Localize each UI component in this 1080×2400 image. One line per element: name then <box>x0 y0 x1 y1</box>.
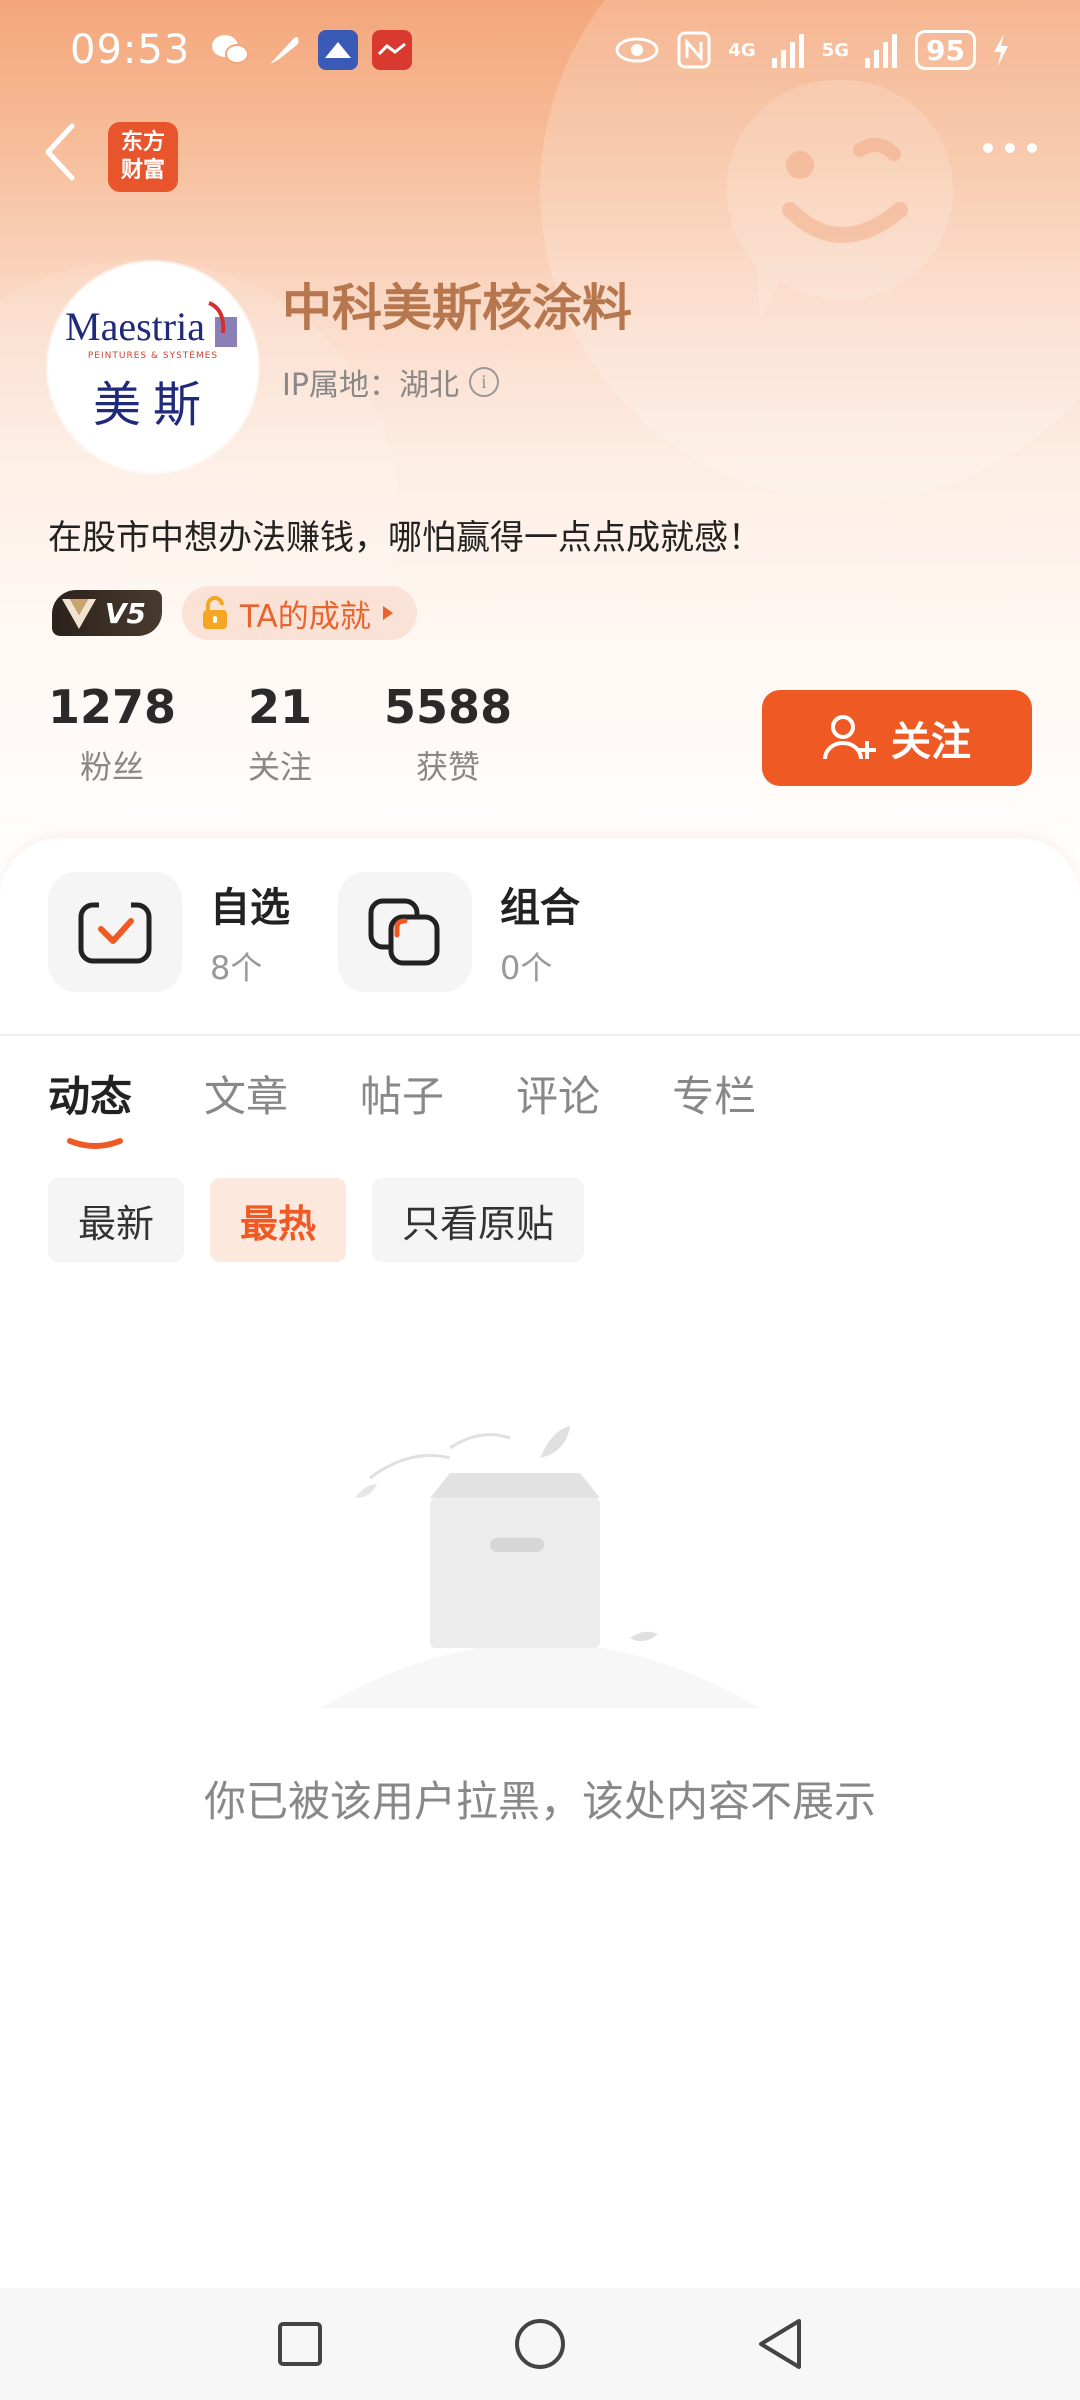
filter-hottest[interactable]: 最热 <box>210 1178 347 1262</box>
blocked-message: 你已被该用户拉黑，该处内容不展示 <box>203 1777 876 1826</box>
wechat-icon <box>210 30 250 70</box>
lock-icon <box>203 596 227 629</box>
vip-level-text: V5 <box>104 596 146 630</box>
tab-dynamics[interactable]: 动态 <box>48 1063 133 1149</box>
red-app-icon <box>372 30 413 70</box>
back-button[interactable] <box>40 120 100 190</box>
stats-row: 1278 粉丝 21 关注 5588 获赞 <box>48 680 584 788</box>
status-notification-icons <box>210 30 413 70</box>
stat-label: 关注 <box>248 748 313 786</box>
stat-label: 粉丝 <box>80 748 145 786</box>
filter-latest[interactable]: 最新 <box>48 1178 185 1262</box>
combo-count: 0个 <box>500 949 553 987</box>
stat-value: 21 <box>248 680 313 734</box>
circle-icon <box>515 2319 565 2369</box>
watchlist-check-icon <box>78 901 152 964</box>
triangle-back-icon <box>759 2319 801 2369</box>
vip-shield-icon <box>62 599 96 629</box>
logo-line-1: 东方 <box>120 130 165 155</box>
watchlist-icon-box <box>48 872 182 992</box>
system-navigation-bar <box>0 2288 1080 2400</box>
more-dots-icon <box>983 143 1037 153</box>
follow-button[interactable]: 关注 <box>762 690 1032 786</box>
square-icon <box>278 2322 322 2366</box>
more-options-button[interactable] <box>980 140 1040 170</box>
ip-location-text: IP属地：湖北 <box>282 368 459 403</box>
tab-posts[interactable]: 帖子 <box>360 1063 444 1124</box>
status-system-icons: 4G 5G 95 <box>614 30 1010 70</box>
logo-line-2: 财富 <box>120 158 165 183</box>
filter-chips: 最新 最热 只看原贴 <box>48 1178 585 1262</box>
user-name: 中科美斯核涂料 <box>282 279 632 337</box>
bank-app-icon <box>318 30 359 70</box>
eye-icon <box>615 37 659 63</box>
chevron-left-icon <box>45 123 75 181</box>
content-card: 自选 8个 组合 0个 动态 文章 帖子 评论 专栏 最新 最热 只看原贴 你已… <box>0 838 1080 2288</box>
tab-active-indicator <box>67 1138 123 1149</box>
avatar-brand-cn: 美斯 <box>92 377 213 433</box>
tab-comments[interactable]: 评论 <box>516 1063 600 1124</box>
avatar-brand-text: Maestria <box>65 303 205 349</box>
recent-apps-button[interactable] <box>270 2314 330 2374</box>
tab-label: 文章 <box>204 1072 289 1121</box>
battery-indicator: 95 <box>915 30 976 70</box>
avatar-brand-sub: PEINTURES & SYSTÈMES <box>87 351 219 361</box>
avatar[interactable]: Maestria PEINTURES & SYSTÈMES 美斯 <box>48 262 258 472</box>
tab-columns[interactable]: 专栏 <box>672 1063 756 1124</box>
signal-icon-1 <box>771 34 804 68</box>
top-navigation: 东方 财富 <box>0 110 1080 200</box>
eastmoney-logo[interactable]: 东方 财富 <box>108 122 178 192</box>
stat-label: 获赞 <box>416 748 481 786</box>
back-nav-button[interactable] <box>750 2314 810 2374</box>
watchlist-count: 8个 <box>210 949 263 987</box>
user-bio: 在股市中想办法赚钱，哪怕赢得一点点成就感！ <box>48 518 762 558</box>
add-user-icon <box>823 715 876 760</box>
info-icon[interactable]: i <box>468 367 499 397</box>
vip-level-badge[interactable]: V5 <box>52 590 162 636</box>
status-time: 09:53 <box>70 27 191 73</box>
combo-title: 组合 <box>500 885 580 931</box>
network-5g-label: 5G <box>821 39 850 61</box>
brand-ribbon-icon <box>208 301 237 347</box>
combo-icon-box <box>338 872 472 992</box>
badges-row: V5 TA的成就 <box>52 586 417 640</box>
tab-articles[interactable]: 文章 <box>204 1063 288 1124</box>
portfolio-row: 自选 8个 组合 0个 <box>48 872 580 992</box>
tab-label: 专栏 <box>672 1072 757 1121</box>
watchlist-entry[interactable]: 自选 8个 <box>48 872 290 992</box>
signal-icon-2 <box>865 34 898 68</box>
content-tabs: 动态 文章 帖子 评论 专栏 <box>48 1063 756 1149</box>
empty-box-illustration <box>320 1426 760 1708</box>
combo-entry[interactable]: 组合 0个 <box>338 872 580 992</box>
network-4g-label: 4G <box>728 39 756 61</box>
nfc-icon <box>677 31 711 69</box>
tab-label: 动态 <box>48 1072 133 1121</box>
stat-following[interactable]: 21 关注 <box>248 680 312 788</box>
achievement-button[interactable]: TA的成就 <box>182 586 417 640</box>
achievement-label: TA的成就 <box>240 598 371 635</box>
follow-button-label: 关注 <box>891 719 971 765</box>
tab-label: 评论 <box>516 1072 601 1121</box>
divider <box>0 1034 1080 1036</box>
stat-likes[interactable]: 5588 获赞 <box>384 680 512 788</box>
watchlist-title: 自选 <box>210 885 290 931</box>
ip-location: IP属地：湖北 i <box>282 360 499 404</box>
home-button[interactable] <box>510 2314 570 2374</box>
caret-right-icon <box>382 606 393 620</box>
stat-value: 5588 <box>384 680 513 734</box>
filter-original-only[interactable]: 只看原贴 <box>372 1178 585 1262</box>
feather-app-icon <box>264 30 304 70</box>
stat-value: 1278 <box>48 680 177 734</box>
tab-label: 帖子 <box>360 1072 445 1121</box>
charging-icon <box>994 34 1008 66</box>
smiley-watermark-icon <box>726 79 954 320</box>
stat-fans[interactable]: 1278 粉丝 <box>48 680 176 788</box>
status-bar: 09:53 4G 5G 95 <box>0 0 1080 100</box>
combo-layers-icon <box>368 898 440 966</box>
